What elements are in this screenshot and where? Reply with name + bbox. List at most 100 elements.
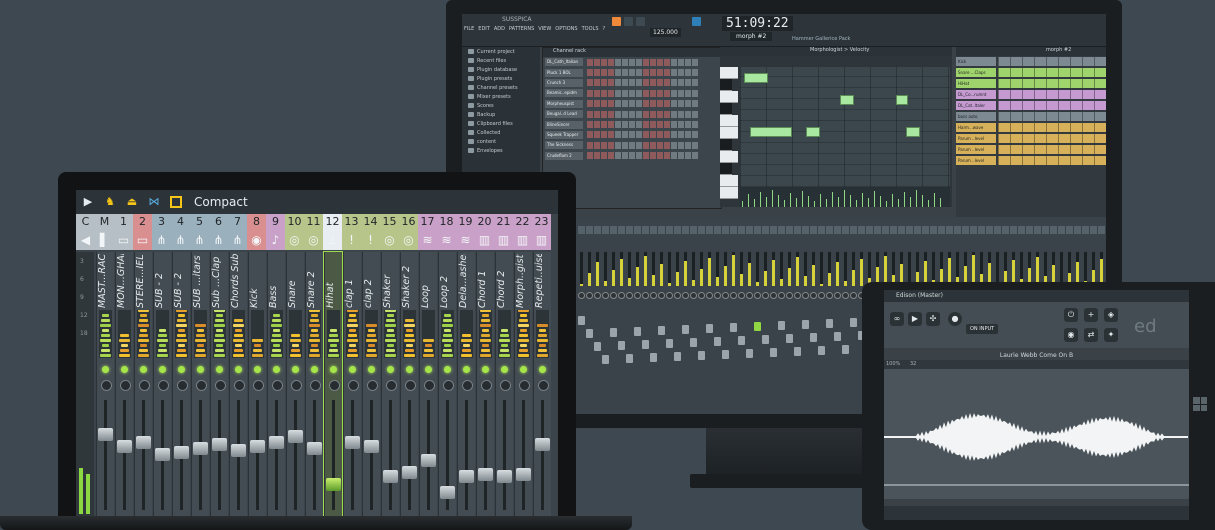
pan-knob[interactable] (386, 380, 397, 391)
desktop-mixer-fader[interactable] (706, 324, 713, 333)
step-button[interactable] (643, 131, 649, 139)
playlist-clips[interactable] (998, 145, 1106, 154)
step-sequencer[interactable] (587, 100, 698, 108)
step-button[interactable] (601, 121, 607, 129)
desktop-mixer-knob[interactable] (762, 292, 769, 299)
step-button[interactable] (615, 141, 621, 149)
volume-fader[interactable] (98, 428, 113, 441)
step-button[interactable] (601, 152, 607, 160)
piano-roll-note[interactable] (840, 95, 854, 105)
playlist-track-name[interactable]: HiHat (956, 79, 996, 88)
velocity-bar[interactable] (826, 199, 827, 207)
track-number-18[interactable]: 18 (437, 214, 456, 230)
step-button[interactable] (685, 141, 691, 149)
step-button[interactable] (622, 100, 628, 108)
step-button[interactable] (622, 69, 628, 77)
volume-fader[interactable] (497, 470, 512, 483)
step-button[interactable] (692, 121, 698, 129)
step-button[interactable] (664, 152, 670, 160)
piano-roll-grid[interactable] (740, 67, 950, 187)
window-icon[interactable] (170, 196, 182, 208)
mixer-strip[interactable]: Snare 2 (305, 252, 323, 516)
step-button[interactable] (622, 58, 628, 66)
desktop-mixer-fader[interactable] (602, 355, 609, 364)
piano-keyboard[interactable] (720, 67, 738, 199)
browser-item[interactable]: Scores (462, 101, 540, 110)
track-number-M[interactable]: M (95, 214, 114, 230)
step-button[interactable] (615, 131, 621, 139)
step-sequencer[interactable] (587, 79, 698, 87)
mixer-strip[interactable]: Dela...ashed (457, 252, 475, 516)
playlist-track-name[interactable]: Snare ...Claps (956, 68, 996, 77)
velocity-bar[interactable] (874, 191, 875, 207)
desktop-mixer-fader[interactable] (634, 327, 641, 336)
mute-toggle[interactable] (178, 366, 185, 373)
step-sequencer[interactable] (587, 89, 698, 97)
step-button[interactable] (664, 110, 670, 118)
volume-fader[interactable] (269, 436, 284, 449)
browser-item[interactable]: Backup (462, 110, 540, 119)
arrows-icon[interactable]: ⇄ (1084, 328, 1098, 342)
desktop-mixer-fader[interactable] (834, 332, 841, 341)
step-button[interactable] (629, 69, 635, 77)
step-button[interactable] (692, 141, 698, 149)
step-button[interactable] (664, 58, 670, 66)
desktop-mixer-knob[interactable] (834, 292, 841, 299)
desktop-mixer-knob[interactable] (666, 292, 673, 299)
pan-knob[interactable] (139, 380, 150, 391)
desktop-mixer-fader[interactable] (650, 353, 657, 362)
step-button[interactable] (615, 58, 621, 66)
desktop-mixer-knob[interactable] (602, 292, 609, 299)
step-button[interactable] (671, 100, 677, 108)
tool-icon[interactable]: ◈ (1104, 308, 1118, 322)
track-number-6[interactable]: 6 (209, 214, 228, 230)
tempo-display[interactable]: 125.000 (650, 28, 681, 37)
mixer-strip[interactable]: Chord 1 (476, 252, 494, 516)
arrow-right-icon[interactable]: ▶ (82, 196, 94, 208)
mute-toggle[interactable] (216, 366, 223, 373)
step-button[interactable] (678, 69, 684, 77)
track-number-12[interactable]: 12 (323, 214, 342, 230)
velocity-bar[interactable] (784, 200, 785, 207)
playlist-clips[interactable] (998, 79, 1106, 88)
menu-item[interactable]: VIEW (538, 26, 551, 32)
volume-fader[interactable] (345, 436, 360, 449)
desktop-mixer-fader[interactable] (594, 342, 601, 351)
desktop-mixer-fader[interactable] (618, 341, 625, 350)
track-number-9[interactable]: 9 (266, 214, 285, 230)
step-button[interactable] (678, 110, 684, 118)
step-button[interactable] (622, 110, 628, 118)
magic-icon[interactable]: ✦ (1104, 328, 1118, 342)
desktop-mixer-knob[interactable] (618, 292, 625, 299)
step-button[interactable] (671, 131, 677, 139)
step-button[interactable] (650, 110, 656, 118)
mute-toggle[interactable] (311, 366, 318, 373)
pan-knob[interactable] (215, 380, 226, 391)
track-number-15[interactable]: 15 (380, 214, 399, 230)
step-button[interactable] (629, 58, 635, 66)
desktop-mixer-knob[interactable] (578, 292, 585, 299)
mute-toggle[interactable] (539, 366, 546, 373)
mute-toggle[interactable] (254, 366, 261, 373)
menu-item[interactable]: FILE (464, 26, 474, 32)
velocity-bar[interactable] (850, 195, 851, 207)
channel-name-button[interactable]: Crunch 3 (545, 78, 583, 87)
pan-knob[interactable] (310, 380, 321, 391)
playlist-clips[interactable] (998, 57, 1106, 66)
step-button[interactable] (650, 69, 656, 77)
velocity-bar[interactable] (760, 192, 761, 207)
loop-icon[interactable]: ∞ (890, 312, 904, 326)
step-button[interactable] (594, 89, 600, 97)
step-button[interactable] (587, 152, 593, 160)
mute-toggle[interactable] (349, 366, 356, 373)
insert-icon[interactable]: ⏏ (126, 196, 138, 208)
step-button[interactable] (601, 89, 607, 97)
step-button[interactable] (615, 79, 621, 87)
step-button[interactable] (657, 152, 663, 160)
pan-knob[interactable] (424, 380, 435, 391)
step-button[interactable] (594, 69, 600, 77)
track-number-2[interactable]: 2 (133, 214, 152, 230)
desktop-mixer-fader[interactable] (578, 316, 585, 325)
desktop-mixer-fader[interactable] (794, 347, 801, 356)
desktop-mixer-fader[interactable] (690, 338, 697, 347)
